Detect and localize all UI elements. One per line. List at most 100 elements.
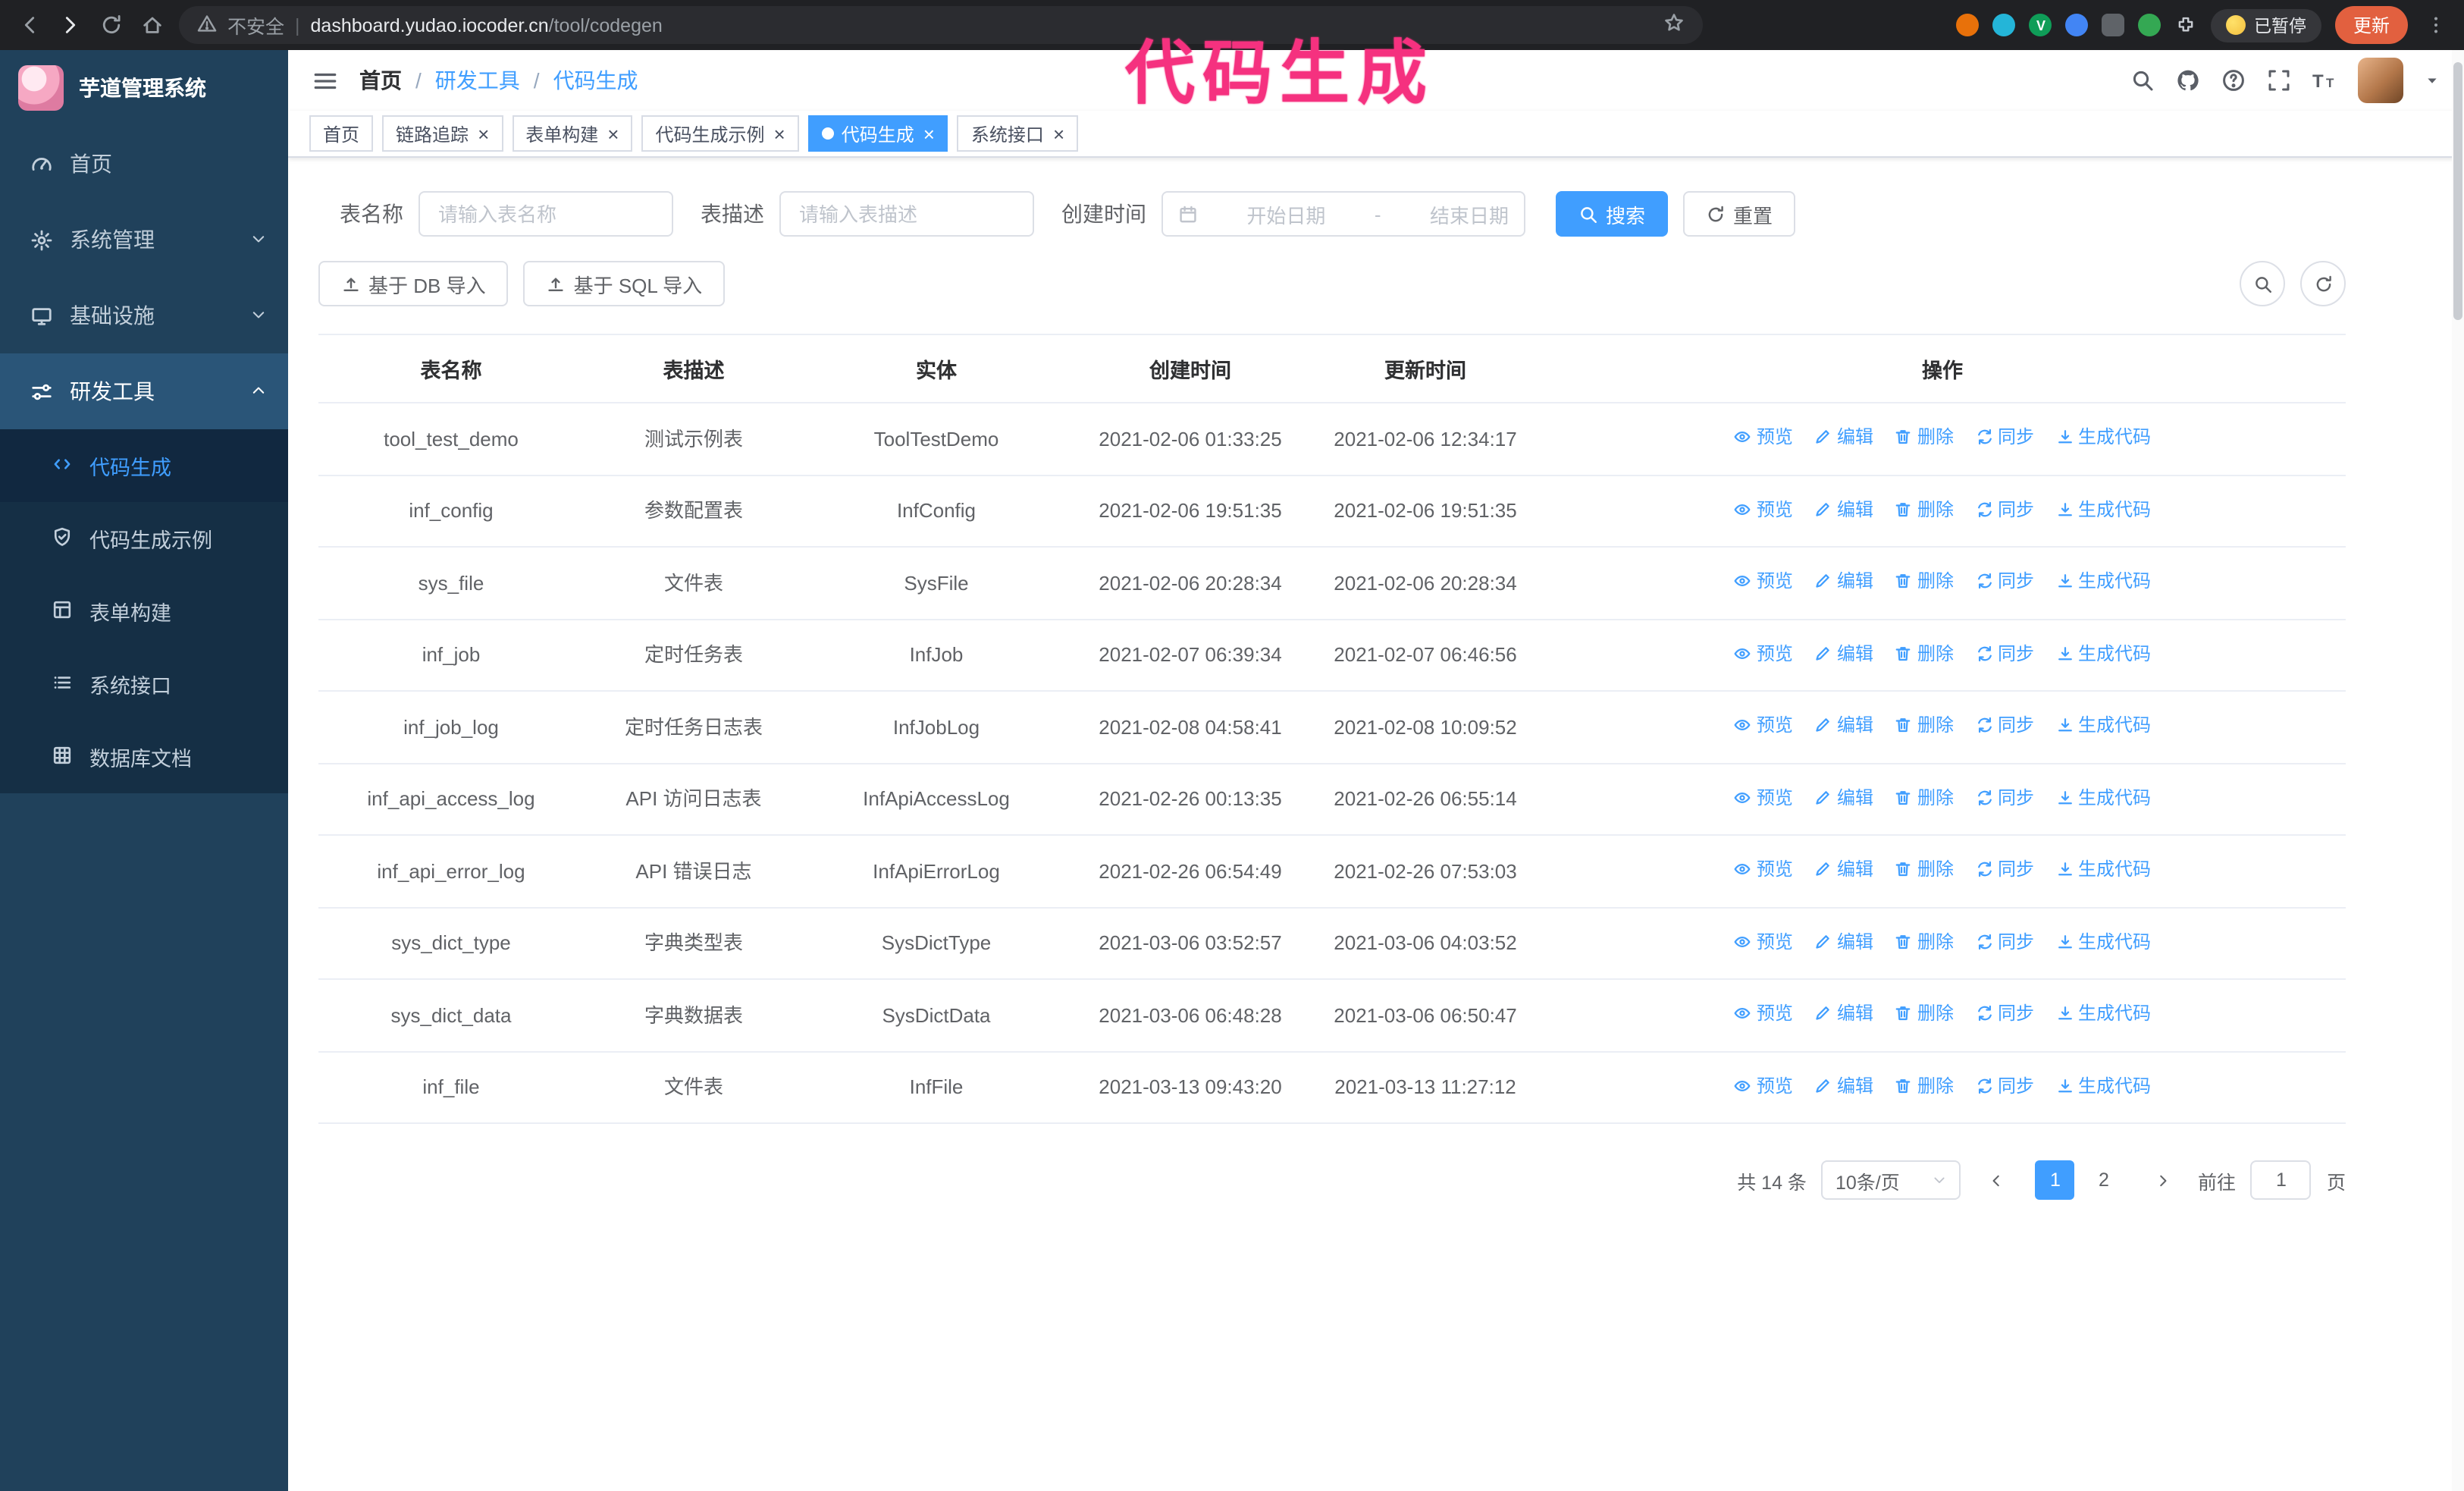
table-name-input[interactable] — [419, 191, 673, 237]
tab-home[interactable]: 首页 — [309, 115, 374, 152]
action-sync[interactable]: 同步 — [1975, 855, 2034, 883]
action-edit[interactable]: 编辑 — [1814, 855, 1873, 883]
update-button[interactable]: 更新 — [2334, 6, 2408, 44]
kebab-menu-icon[interactable] — [2422, 11, 2449, 39]
action-sync[interactable]: 同步 — [1975, 567, 2034, 595]
table-desc-input[interactable] — [779, 191, 1034, 237]
action-preview[interactable]: 预览 — [1734, 495, 1793, 523]
prev-page-button[interactable] — [1976, 1160, 2016, 1200]
action-sync[interactable]: 同步 — [1975, 711, 2034, 739]
close-icon[interactable]: × — [1053, 124, 1064, 143]
next-page-button[interactable] — [2143, 1160, 2183, 1200]
close-icon[interactable]: × — [923, 124, 935, 143]
extension-v-icon[interactable]: V — [2029, 14, 2052, 36]
breadcrumb-item[interactable]: 代码生成 — [553, 65, 638, 96]
paused-badge[interactable]: 已暂停 — [2211, 8, 2321, 42]
action-delete[interactable]: 删除 — [1895, 783, 1954, 811]
extension-leaf-icon[interactable] — [2138, 14, 2161, 36]
action-delete[interactable]: 删除 — [1895, 639, 1954, 667]
tab-system-api[interactable]: 系统接口 × — [957, 115, 1079, 152]
action-delete[interactable]: 删除 — [1895, 928, 1954, 955]
page-button-2[interactable]: 2 — [2083, 1160, 2124, 1200]
action-edit[interactable]: 编辑 — [1814, 423, 1873, 450]
action-edit[interactable]: 编辑 — [1814, 567, 1873, 595]
extension-drop-icon[interactable] — [1992, 14, 2016, 36]
action-preview[interactable]: 预览 — [1734, 711, 1793, 739]
action-delete[interactable]: 删除 — [1895, 495, 1954, 523]
action-generate[interactable]: 生成代码 — [2055, 711, 2151, 739]
action-sync[interactable]: 同步 — [1975, 928, 2034, 955]
close-icon[interactable]: × — [607, 124, 619, 143]
action-generate[interactable]: 生成代码 — [2055, 567, 2151, 595]
action-delete[interactable]: 删除 — [1895, 423, 1954, 450]
sidebar-item-system-api[interactable]: 系统接口 — [0, 648, 288, 720]
action-sync[interactable]: 同步 — [1975, 423, 2034, 450]
goto-page-input[interactable] — [2250, 1160, 2312, 1200]
page-size-select[interactable]: 10条/页 — [1821, 1160, 1961, 1200]
reload-icon[interactable] — [97, 11, 124, 39]
action-sync[interactable]: 同步 — [1975, 1000, 2034, 1027]
scrollbar-track[interactable] — [2452, 50, 2464, 1491]
puzzle-icon[interactable] — [2175, 14, 2198, 36]
sidebar-item-codegen[interactable]: 代码生成 — [0, 429, 288, 502]
action-delete[interactable]: 删除 — [1895, 855, 1954, 883]
action-preview[interactable]: 预览 — [1734, 423, 1793, 450]
action-sync[interactable]: 同步 — [1975, 783, 2034, 811]
extension-fox-icon[interactable] — [1956, 14, 1980, 36]
github-icon[interactable] — [2176, 68, 2200, 93]
sidebar-item-form-builder[interactable]: 表单构建 — [0, 575, 288, 648]
action-generate[interactable]: 生成代码 — [2055, 855, 2151, 883]
action-delete[interactable]: 删除 — [1895, 1000, 1954, 1027]
sidebar-item-devtools[interactable]: 研发工具 — [0, 353, 288, 429]
action-preview[interactable]: 预览 — [1734, 1072, 1793, 1099]
sidebar-item-home[interactable]: 首页 — [0, 126, 288, 202]
reset-button[interactable]: 重置 — [1683, 191, 1796, 237]
action-preview[interactable]: 预览 — [1734, 928, 1793, 955]
tab-tracing[interactable]: 链路追踪 × — [382, 115, 503, 152]
search-button[interactable]: 搜索 — [1556, 191, 1669, 237]
action-preview[interactable]: 预览 — [1734, 855, 1793, 883]
page-button-1[interactable]: 1 — [2035, 1160, 2075, 1200]
action-preview[interactable]: 预览 — [1734, 639, 1793, 667]
action-edit[interactable]: 编辑 — [1814, 1072, 1873, 1099]
sidebar-item-db-doc[interactable]: 数据库文档 — [0, 720, 288, 793]
action-sync[interactable]: 同步 — [1975, 639, 2034, 667]
sidebar-item-system[interactable]: 系统管理 — [0, 202, 288, 278]
extension-people-icon[interactable] — [2065, 14, 2089, 36]
action-delete[interactable]: 删除 — [1895, 711, 1954, 739]
action-generate[interactable]: 生成代码 — [2055, 495, 2151, 523]
action-edit[interactable]: 编辑 — [1814, 639, 1873, 667]
action-preview[interactable]: 预览 — [1734, 1000, 1793, 1027]
action-edit[interactable]: 编辑 — [1814, 1000, 1873, 1027]
search-icon[interactable] — [2130, 68, 2155, 93]
help-icon[interactable] — [2221, 68, 2246, 93]
import-sql-button[interactable]: 基于 SQL 导入 — [523, 261, 726, 306]
caret-down-icon[interactable] — [2425, 73, 2440, 88]
action-generate[interactable]: 生成代码 — [2055, 1000, 2151, 1027]
app-logo[interactable]: 芋道管理系统 — [0, 50, 288, 126]
action-delete[interactable]: 删除 — [1895, 567, 1954, 595]
action-sync[interactable]: 同步 — [1975, 495, 2034, 523]
sidebar-item-codegen-example[interactable]: 代码生成示例 — [0, 502, 288, 575]
hamburger-icon[interactable] — [312, 67, 338, 93]
action-generate[interactable]: 生成代码 — [2055, 783, 2151, 811]
sidebar-item-infra[interactable]: 基础设施 — [0, 278, 288, 353]
action-edit[interactable]: 编辑 — [1814, 495, 1873, 523]
scrollbar-thumb[interactable] — [2453, 62, 2462, 320]
breadcrumb-item[interactable]: 研发工具 — [435, 65, 520, 96]
toggle-search-button[interactable] — [2240, 261, 2285, 306]
close-icon[interactable]: × — [774, 124, 785, 143]
tab-codegen-example[interactable]: 代码生成示例 × — [641, 115, 799, 152]
action-delete[interactable]: 删除 — [1895, 1072, 1954, 1099]
close-icon[interactable]: × — [478, 124, 489, 143]
action-edit[interactable]: 编辑 — [1814, 783, 1873, 811]
action-preview[interactable]: 预览 — [1734, 783, 1793, 811]
action-edit[interactable]: 编辑 — [1814, 928, 1873, 955]
extension-box-icon[interactable] — [2102, 14, 2125, 36]
action-preview[interactable]: 预览 — [1734, 567, 1793, 595]
import-db-button[interactable]: 基于 DB 导入 — [318, 261, 509, 306]
font-size-icon[interactable]: TT — [2312, 68, 2337, 93]
back-icon[interactable] — [15, 11, 42, 39]
tab-form-builder[interactable]: 表单构建 × — [512, 115, 633, 152]
date-range-picker[interactable]: 开始日期 - 结束日期 — [1161, 191, 1525, 237]
